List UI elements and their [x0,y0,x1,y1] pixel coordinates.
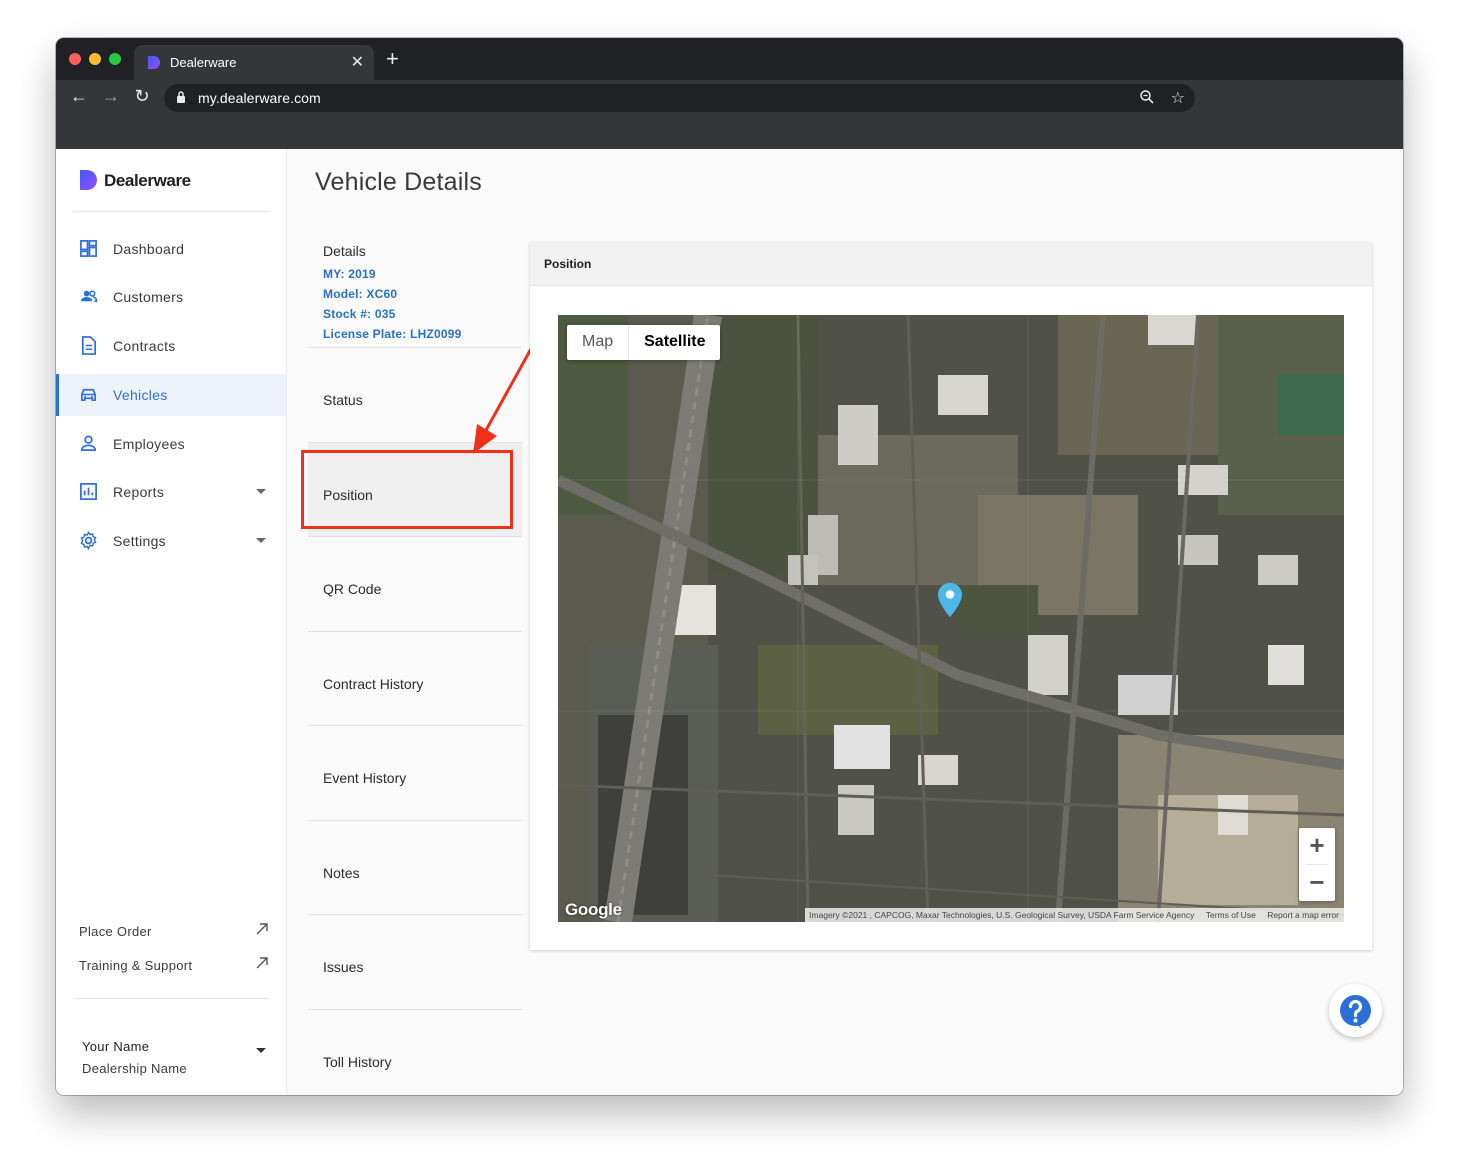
page-title: Vehicle Details [315,168,482,196]
sidebar-item-vehicles[interactable]: Vehicles [56,374,286,416]
sidebar-item-employees[interactable]: Employees [56,423,286,465]
reports-icon [80,483,97,500]
tab-title: Dealerware [170,55,237,70]
annotation-arrow-icon [473,337,539,454]
dealerware-favicon-icon [147,55,161,70]
tab-strip: Dealerware ✕ + [56,38,1403,80]
help-question-icon [1340,995,1371,1029]
details-title: Details [323,243,366,259]
zoom-icon[interactable] [1139,89,1155,105]
training-support-label: Training & Support [79,958,193,973]
chevron-down-icon[interactable] [256,538,266,543]
google-logo[interactable]: Google [565,900,622,920]
place-order-link[interactable]: Place Order [79,923,269,939]
sidebar-item-label: Settings [113,533,166,549]
subnav-item-toll-history[interactable]: Toll History [308,1009,522,1095]
subnav-item-label: Event History [323,770,407,786]
external-link-icon [256,923,268,935]
url-text: my.dealerware.com [198,90,321,106]
annotation-highlight-box [301,450,513,529]
satellite-imagery [558,315,1344,922]
panel-title: Position [544,257,592,271]
subnav-item-label: Status [323,392,363,408]
sidebar-item-contracts[interactable]: Contracts [56,325,286,367]
sidebar-item-label: Vehicles [113,387,168,403]
place-order-label: Place Order [79,924,152,939]
subnav-item-label: Contract History [323,676,424,692]
employees-icon [80,435,97,452]
zoom-in-button[interactable]: + [1299,828,1335,864]
sidebar-divider [74,998,269,999]
brand-name: Dealerware [104,171,191,190]
map-attribution: Imagery ©2021 , CAPCOG, Maxar Technologi… [805,908,1344,922]
browser-tab[interactable]: Dealerware ✕ [134,45,374,80]
reload-icon[interactable]: ↻ [131,86,153,107]
location-marker-icon[interactable] [938,583,962,617]
sidebar-item-customers[interactable]: Customers [56,276,286,318]
subnav-item-label: Toll History [323,1054,392,1070]
zoom-control: + − [1299,828,1335,901]
map-type-control: Map Satellite [567,325,721,360]
close-window-button[interactable] [69,53,81,65]
sidebar-item-label: Dashboard [113,241,185,257]
back-icon[interactable]: ← [68,86,90,107]
browser-chrome: Dealerware ✕ + ← → ↻ my.dealerware.com ☆ [56,38,1403,149]
subnav-item-label: QR Code [323,581,382,597]
sidebar-item-label: Contracts [113,338,176,354]
model-year: MY: 2019 [323,267,376,281]
app: Dealerware Dashboard Customers Contracts… [56,149,1403,1095]
report-map-error-link[interactable]: Report a map error [1267,910,1339,920]
subnav-item-label: Notes [323,865,360,881]
panel-header: Position [530,242,1372,286]
subnav-item-event-history[interactable]: Event History [308,725,522,819]
maximize-window-button[interactable] [109,53,121,65]
settings-icon [80,531,97,550]
help-button[interactable] [1329,984,1382,1037]
map-type-map-button[interactable]: Map [567,325,628,360]
license-plate: License Plate: LHZ0099 [323,327,462,341]
training-support-link[interactable]: Training & Support [79,957,269,973]
bookmark-star-icon[interactable]: ☆ [1171,88,1185,108]
tab-close-icon[interactable]: ✕ [351,52,364,72]
terms-of-use-link[interactable]: Terms of Use [1206,910,1256,920]
subnav-item-notes[interactable]: Notes [308,820,522,914]
satellite-map[interactable]: Map Satellite + − Google Imagery ©2021 ,… [558,315,1344,922]
map-type-satellite-button[interactable]: Satellite [628,325,720,360]
address-bar[interactable]: my.dealerware.com ☆ [164,84,1195,112]
dealerware-logo-icon [80,170,97,190]
subnav-item-contract-history[interactable]: Contract History [308,631,522,725]
chevron-down-icon[interactable] [256,489,266,494]
zoom-out-button[interactable]: − [1299,865,1335,901]
sidebar-item-reports[interactable]: Reports [56,471,286,513]
sidebar-item-label: Reports [113,484,165,500]
model: Model: XC60 [323,287,398,301]
contracts-icon [81,336,97,355]
new-tab-button[interactable]: + [386,48,399,70]
vehicles-icon [80,388,97,402]
browser-window: Dealerware ✕ + ← → ↻ my.dealerware.com ☆ [56,38,1403,1095]
position-panel: Position Map Satellite + − Google Imager… [530,242,1372,950]
dashboard-icon [80,240,97,257]
sidebar-item-label: Employees [113,436,185,452]
subnav-item-label: Issues [323,959,364,975]
vehicle-details-summary: Details MY: 2019 Model: XC60 Stock #: 03… [323,243,461,344]
customers-icon [80,290,98,303]
external-link-icon [256,957,268,969]
sidebar-item-dashboard[interactable]: Dashboard [56,228,286,270]
forward-icon[interactable]: → [100,86,122,107]
sidebar-item-settings[interactable]: Settings [56,520,286,562]
sidebar: Dealerware Dashboard Customers Contracts… [56,149,287,1095]
dealership-name: Dealership Name [82,1061,187,1076]
stock-number: Stock #: 035 [323,307,396,321]
imagery-attribution: Imagery ©2021 , CAPCOG, Maxar Technologi… [809,910,1195,920]
sidebar-divider [73,211,269,212]
user-name[interactable]: Your Name [82,1039,149,1054]
minimize-window-button[interactable] [89,53,101,65]
lock-icon [177,91,185,103]
subnav-item-issues[interactable]: Issues [308,914,522,1008]
user-menu-chevron-icon[interactable] [256,1048,266,1053]
sidebar-item-label: Customers [113,289,184,305]
subnav-item-qr-code[interactable]: QR Code [308,536,522,630]
